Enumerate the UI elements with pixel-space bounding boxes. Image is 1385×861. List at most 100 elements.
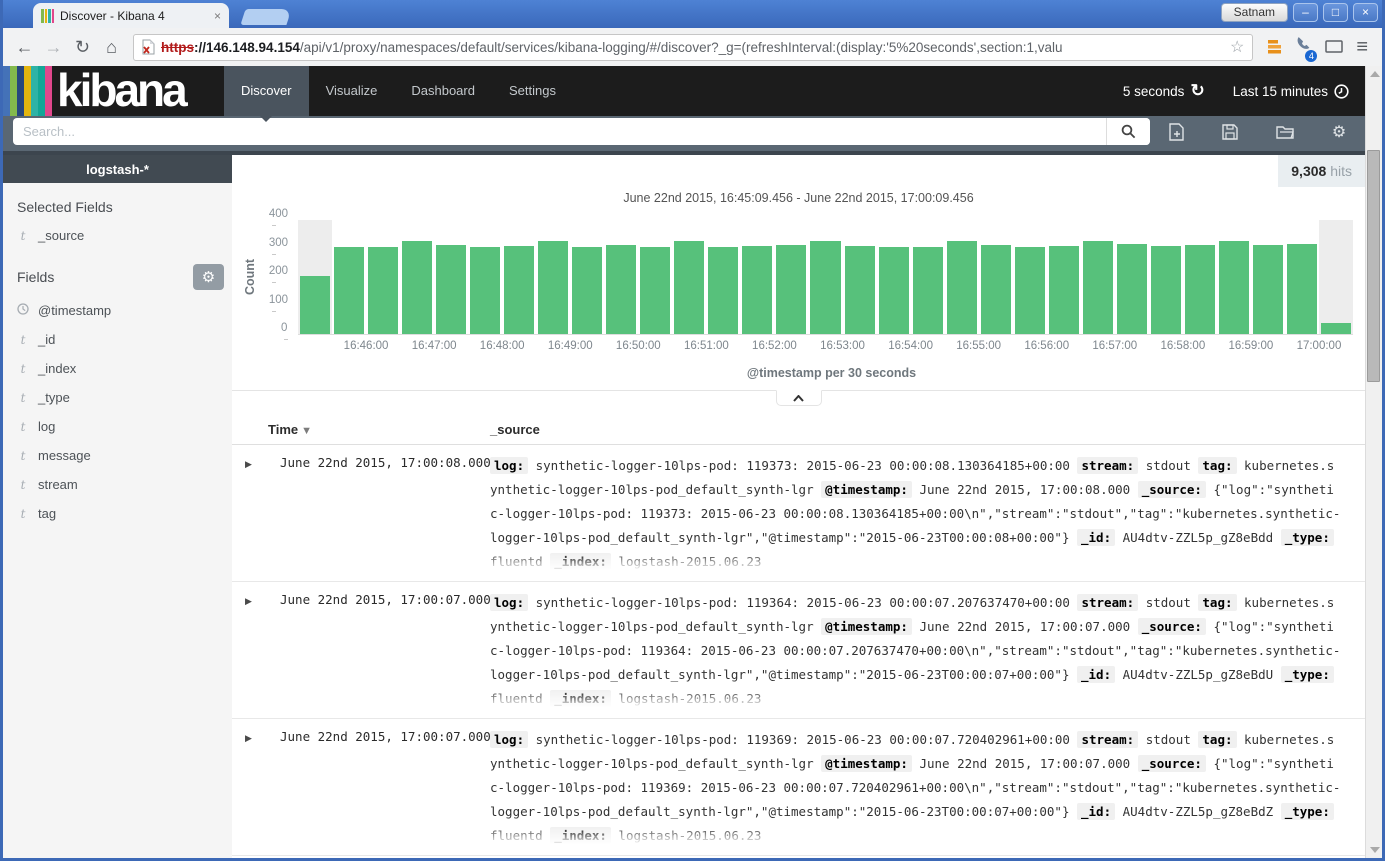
- field-key-badge: _source:: [1138, 755, 1206, 772]
- chart-bar[interactable]: [606, 245, 636, 334]
- field-item-log[interactable]: tlog: [3, 412, 232, 441]
- tab-discover[interactable]: Discover: [224, 66, 309, 116]
- chart-bar[interactable]: [300, 276, 330, 334]
- close-button[interactable]: ×: [1353, 3, 1378, 22]
- chart-bar[interactable]: [1015, 247, 1045, 334]
- field-type-string-icon: t: [17, 229, 29, 243]
- chart-bar-slot: [332, 220, 366, 334]
- chart-bar[interactable]: [1151, 246, 1181, 334]
- chart-bar[interactable]: [776, 245, 806, 334]
- scrollbar-thumb[interactable]: [1367, 150, 1380, 382]
- expand-caret-icon[interactable]: ▶: [245, 728, 268, 855]
- chart-bar[interactable]: [947, 241, 977, 334]
- chart-bar[interactable]: [1185, 245, 1215, 334]
- home-icon[interactable]: ⌂: [98, 37, 125, 58]
- selected-fields-list: t_source: [3, 221, 232, 250]
- x-axis-tick-label: 16:57:00: [1092, 340, 1137, 352]
- profile-button[interactable]: Satnam: [1221, 3, 1288, 22]
- maximize-button[interactable]: □: [1323, 3, 1348, 22]
- field-item-timestamp[interactable]: @timestamp: [3, 296, 232, 325]
- scrollbar-down-arrow[interactable]: [1370, 847, 1380, 853]
- chart-bar[interactable]: [538, 241, 568, 334]
- table-row[interactable]: ▶June 22nd 2015, 17:00:08.000log: synthe…: [232, 445, 1365, 582]
- chart-bar[interactable]: [742, 246, 772, 334]
- tab-dashboard[interactable]: Dashboard: [394, 66, 492, 116]
- chart-bar[interactable]: [913, 247, 943, 334]
- chart-bar-slot: [979, 220, 1013, 334]
- chart-bar[interactable]: [674, 241, 704, 334]
- chart-bar[interactable]: [1083, 241, 1113, 334]
- browser-tab[interactable]: Discover - Kibana 4 ×: [33, 3, 229, 28]
- forward-icon[interactable]: →: [40, 37, 67, 58]
- chevron-up-icon: [793, 395, 804, 402]
- time-column-header[interactable]: Time▼: [268, 422, 490, 437]
- chart-bar[interactable]: [708, 247, 738, 334]
- chart-bar[interactable]: [1219, 241, 1249, 334]
- time-range-picker[interactable]: Last 15 minutes: [1233, 84, 1349, 99]
- field-key-badge: _index:: [550, 690, 611, 707]
- chart-bar[interactable]: [572, 247, 602, 334]
- chart-bar[interactable]: [1253, 245, 1283, 334]
- chart-bar[interactable]: [845, 246, 875, 334]
- extension-list-icon[interactable]: [1267, 39, 1282, 55]
- field-item-message[interactable]: tmessage: [3, 441, 232, 470]
- scrollbar-up-arrow[interactable]: [1370, 71, 1380, 77]
- field-item-type[interactable]: t_type: [3, 383, 232, 412]
- chart-bar[interactable]: [436, 245, 466, 334]
- chart-bar[interactable]: [981, 245, 1011, 334]
- menu-icon[interactable]: ≡: [1356, 36, 1368, 59]
- chart-bar[interactable]: [1287, 244, 1317, 334]
- chart-bar[interactable]: [640, 247, 670, 334]
- save-icon[interactable]: [1222, 124, 1238, 140]
- back-icon[interactable]: ←: [11, 37, 38, 58]
- field-item-source[interactable]: t_source: [3, 221, 232, 250]
- chart-bar[interactable]: [504, 246, 534, 334]
- collapse-chart-button[interactable]: [776, 390, 822, 406]
- table-row[interactable]: ▶June 22nd 2015, 17:00:07.000log: synthe…: [232, 719, 1365, 856]
- field-item-tag[interactable]: ttag: [3, 499, 232, 528]
- expand-caret-icon[interactable]: ▶: [245, 591, 268, 718]
- tab-close-icon[interactable]: ×: [214, 9, 221, 23]
- page-scrollbar[interactable]: [1365, 66, 1382, 858]
- field-label: @timestamp: [38, 303, 111, 318]
- bookmark-star-icon[interactable]: ☆: [1230, 37, 1244, 57]
- chart-bar[interactable]: [879, 247, 909, 334]
- chart-bar[interactable]: [810, 241, 840, 334]
- document-table: Time▼ _source ▶June 22nd 2015, 17:00:08.…: [232, 422, 1365, 856]
- field-settings-button[interactable]: ⚙: [193, 264, 224, 290]
- new-tab-button[interactable]: [240, 9, 291, 25]
- browser-window: Discover - Kibana 4 × Satnam – □ × ← → ↻…: [0, 0, 1385, 861]
- table-row[interactable]: ▶June 22nd 2015, 17:00:07.000log: synthe…: [232, 582, 1365, 719]
- insecure-page-icon[interactable]: [142, 39, 155, 55]
- tab-visualize[interactable]: Visualize: [309, 66, 395, 116]
- chart-bar[interactable]: [402, 241, 432, 334]
- browser-toolbar: ← → ↻ ⌂ https ://146.148.94.154 /api/v1/…: [3, 28, 1382, 66]
- reload-icon[interactable]: ↻: [69, 37, 96, 58]
- field-type-string-icon: t: [17, 333, 29, 347]
- cast-icon[interactable]: [1325, 40, 1343, 54]
- refresh-interval-picker[interactable]: 5 seconds ↻: [1123, 81, 1205, 101]
- extension-phone-icon[interactable]: 4: [1295, 36, 1312, 58]
- chart-bar[interactable]: [1049, 246, 1079, 334]
- search-button[interactable]: [1106, 118, 1150, 145]
- open-folder-icon[interactable]: [1276, 124, 1295, 139]
- field-item-index[interactable]: t_index: [3, 354, 232, 383]
- minimize-button[interactable]: –: [1293, 3, 1318, 22]
- chart-bar-slot: [604, 220, 638, 334]
- chart-bar[interactable]: [1117, 244, 1147, 334]
- chart-bar[interactable]: [368, 247, 398, 334]
- new-search-icon[interactable]: [1169, 123, 1185, 141]
- chart-bar[interactable]: [334, 247, 364, 334]
- field-item-stream[interactable]: tstream: [3, 470, 232, 499]
- settings-gear-icon[interactable]: ⚙: [1332, 122, 1346, 142]
- tab-settings[interactable]: Settings: [492, 66, 573, 116]
- field-item-id[interactable]: t_id: [3, 325, 232, 354]
- chart-bar-slot: [1047, 220, 1081, 334]
- expand-caret-icon[interactable]: ▶: [245, 454, 268, 581]
- index-pattern-header[interactable]: logstash-*: [3, 155, 232, 183]
- chart-bar[interactable]: [470, 247, 500, 334]
- search-input[interactable]: [13, 124, 1106, 139]
- chart-bar[interactable]: [1321, 323, 1351, 334]
- chart-bar-slot: [1115, 220, 1149, 334]
- address-bar[interactable]: https ://146.148.94.154 /api/v1/proxy/na…: [133, 34, 1253, 61]
